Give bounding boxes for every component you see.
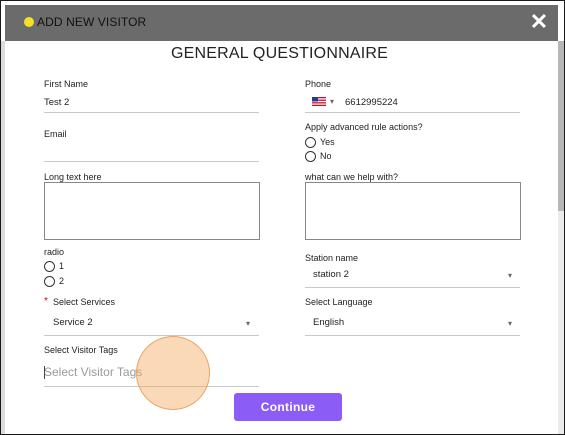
email-label: Email — [44, 129, 67, 139]
radio-option-2[interactable] — [44, 276, 55, 287]
radio-option-1-label: 1 — [59, 261, 65, 271]
advanced-rule-label: Apply advanced rule actions? — [305, 122, 423, 132]
required-marker: * — [44, 296, 48, 307]
first-name-label: First Name — [44, 79, 89, 89]
radio-option-2-label: 2 — [59, 276, 65, 286]
left-edge — [1, 41, 5, 434]
email-underline — [44, 161, 259, 162]
language-select[interactable]: English — [313, 317, 344, 328]
station-chevron-down-icon[interactable]: ▾ — [508, 271, 512, 280]
language-label: Select Language — [305, 297, 373, 307]
services-select[interactable]: Service 2 — [53, 317, 93, 328]
advanced-yes-radio[interactable] — [305, 137, 316, 148]
status-dot-icon — [24, 17, 34, 27]
text-cursor — [44, 366, 45, 379]
radio-group-label: radio — [44, 247, 65, 257]
long-text-label: Long text here — [44, 172, 102, 182]
services-label: Select Services — [53, 297, 116, 307]
language-chevron-down-icon[interactable]: ▾ — [508, 319, 512, 328]
language-underline — [305, 335, 520, 336]
us-flag-icon[interactable] — [312, 97, 326, 106]
station-label: Station name — [305, 253, 359, 263]
country-dropdown-icon[interactable]: ▾ — [330, 97, 334, 106]
phone-input[interactable]: 6612995224 — [345, 97, 398, 108]
visitor-tags-label: Select Visitor Tags — [44, 345, 118, 355]
modal-frame: ADD NEW VISITOR ✕ GENERAL QUESTIONNAIRE … — [0, 0, 565, 435]
click-highlight — [136, 336, 210, 410]
station-underline — [305, 287, 520, 288]
continue-button[interactable]: Continue — [234, 393, 342, 421]
help-label: what can we help with? — [305, 172, 399, 182]
modal-titlebar: ADD NEW VISITOR ✕ — [5, 5, 558, 41]
advanced-no-label: No — [320, 151, 332, 161]
phone-label: Phone — [305, 79, 332, 89]
phone-underline — [305, 112, 520, 113]
long-text-textarea[interactable] — [44, 182, 260, 240]
services-chevron-down-icon[interactable]: ▾ — [246, 319, 250, 328]
first-name-input[interactable]: Test 2 — [44, 97, 69, 108]
visitor-tags-input[interactable]: Select Visitor Tags — [44, 365, 142, 379]
advanced-no-radio[interactable] — [305, 151, 316, 162]
close-icon[interactable]: ✕ — [528, 11, 550, 33]
page-heading: GENERAL QUESTIONNAIRE — [171, 45, 388, 62]
help-textarea[interactable] — [305, 182, 521, 240]
modal-title: ADD NEW VISITOR — [37, 15, 147, 29]
first-name-underline — [44, 112, 259, 113]
station-select[interactable]: station 2 — [313, 269, 349, 280]
services-underline — [44, 335, 259, 336]
radio-option-1[interactable] — [44, 261, 55, 272]
advanced-yes-label: Yes — [320, 137, 335, 147]
scrollbar-thumb[interactable] — [558, 41, 564, 211]
